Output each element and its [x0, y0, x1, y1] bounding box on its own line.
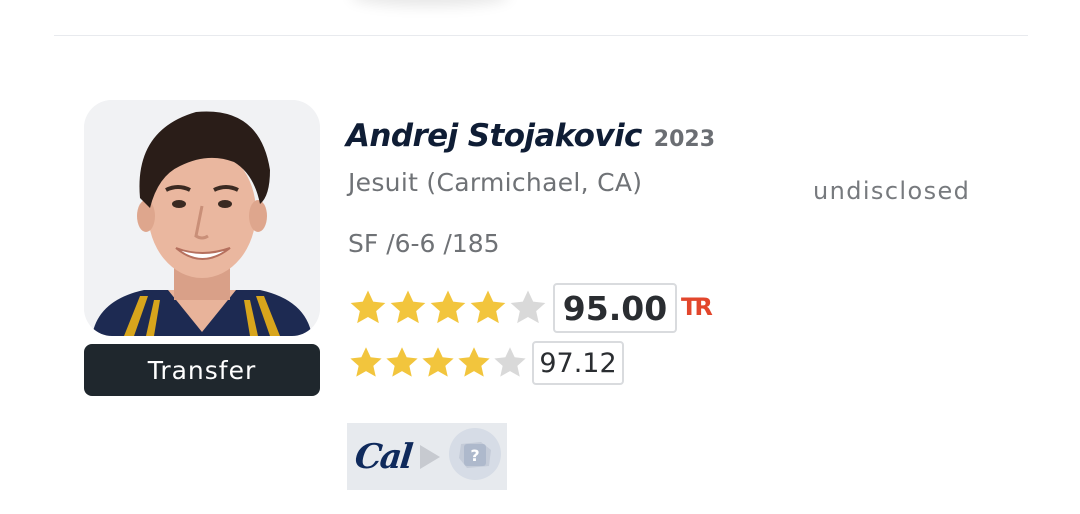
- star-filled-icon: [350, 347, 382, 377]
- divider: [54, 35, 1028, 36]
- primary-star-rating: [348, 288, 548, 328]
- star-filled-icon: [390, 290, 426, 324]
- primary-rating-score: 95.00: [553, 283, 677, 333]
- star-filled-icon: [386, 347, 418, 377]
- class-year: 2023: [653, 127, 716, 152]
- star-filled-icon: [470, 290, 506, 324]
- high-school: Jesuit (Carmichael, CA): [348, 168, 643, 197]
- player-photo[interactable]: [84, 100, 320, 336]
- play-arrow-icon: [420, 444, 441, 469]
- player-name-row: Andrej Stojakovic 2023: [346, 118, 715, 154]
- tr-logo-icon[interactable]: TR: [681, 293, 713, 321]
- secondary-rating-row: 97.12: [348, 341, 624, 385]
- player-name-link[interactable]: Andrej Stojakovic: [346, 118, 642, 154]
- transfer-badge-label: Transfer: [147, 355, 257, 385]
- transfer-status-badge: Transfer: [84, 344, 320, 396]
- transfer-path[interactable]: Cal ?: [347, 423, 507, 490]
- player-headshot-image: [84, 100, 320, 336]
- star-empty-icon: [510, 290, 546, 324]
- star-filled-icon: [430, 290, 466, 324]
- question-mark-school-icon: ?: [447, 426, 503, 487]
- destination-status: undisclosed: [813, 177, 971, 205]
- star-filled-icon: [458, 347, 490, 377]
- secondary-rating-score: 97.12: [532, 341, 624, 385]
- unknown-school-label: ?: [470, 446, 479, 465]
- player-measurables: SF /6-6 /185: [348, 229, 500, 258]
- primary-rating-row: 95.00 TR: [348, 283, 713, 333]
- cal-logo: Cal: [352, 436, 414, 477]
- star-empty-icon: [494, 347, 526, 377]
- secondary-star-rating: [348, 345, 528, 381]
- star-filled-icon: [350, 290, 386, 324]
- star-filled-icon: [422, 347, 454, 377]
